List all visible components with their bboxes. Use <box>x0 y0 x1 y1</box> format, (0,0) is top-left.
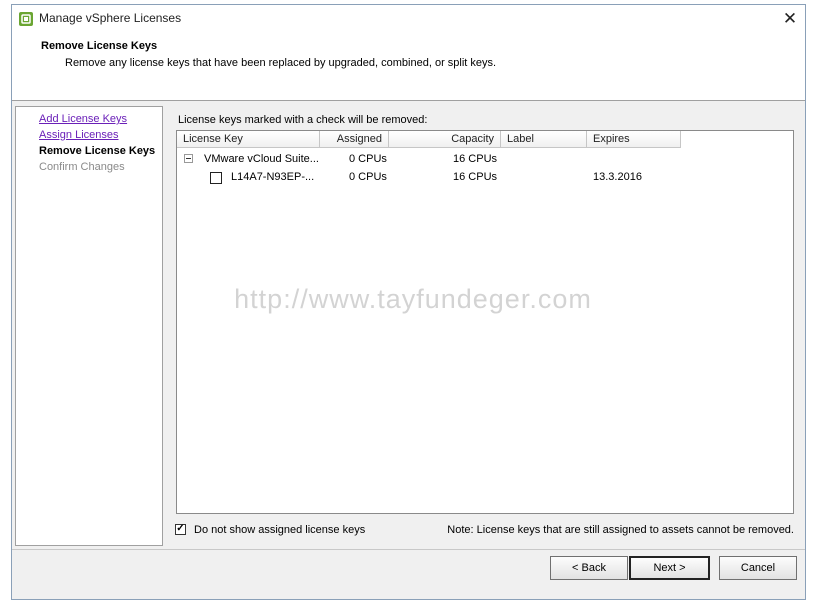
row-capacity: 16 CPUs <box>453 171 498 183</box>
instruction-text: License keys marked with a check will be… <box>178 114 428 126</box>
column-header-capacity[interactable]: Capacity <box>389 131 501 148</box>
step-assign-licenses[interactable]: Assign Licenses <box>39 129 119 141</box>
note-text: Note: License keys that are still assign… <box>447 524 794 536</box>
group-license-key: VMware vCloud Suite... <box>204 153 319 165</box>
title-bar: Manage vSphere Licenses ✕ <box>12 5 805 33</box>
column-header-assigned[interactable]: Assigned <box>320 131 389 148</box>
window-title: Manage vSphere Licenses <box>39 11 182 25</box>
step-confirm-changes: Confirm Changes <box>39 161 125 173</box>
step-add-license-keys[interactable]: Add License Keys <box>39 113 127 125</box>
row-license-key: L14A7-N93EP-... <box>231 171 315 183</box>
license-tree-table: License Key Assigned Capacity Label Expi… <box>176 130 794 514</box>
page-subtitle: Remove any license keys that have been r… <box>65 57 497 69</box>
column-header-label[interactable]: Label <box>501 131 587 148</box>
back-button[interactable]: < Back <box>550 556 628 580</box>
cancel-button[interactable]: Cancel <box>719 556 797 580</box>
vsphere-icon <box>19 12 33 26</box>
page-title: Remove License Keys <box>41 40 158 52</box>
group-capacity: 16 CPUs <box>453 153 498 165</box>
wizard-steps: Add License Keys Assign Licenses Remove … <box>15 106 163 546</box>
collapse-icon[interactable] <box>184 154 193 163</box>
group-assigned: 0 CPUs <box>349 153 387 165</box>
row-expires: 13.3.2016 <box>593 171 642 183</box>
footer-divider <box>12 549 805 550</box>
step-remove-license-keys: Remove License Keys <box>39 145 156 157</box>
watermark-text: http://www.tayfundeger.com <box>234 284 592 314</box>
close-icon[interactable]: ✕ <box>779 8 801 30</box>
hide-assigned-checkbox[interactable]: ✓ <box>175 524 186 535</box>
next-button[interactable]: Next > <box>629 556 710 580</box>
column-header-license-key[interactable]: License Key <box>177 131 320 148</box>
wizard-header: Remove License Keys Remove any license k… <box>12 33 805 101</box>
row-assigned: 0 CPUs <box>349 171 387 183</box>
column-header-expires[interactable]: Expires <box>587 131 681 148</box>
hide-assigned-label[interactable]: Do not show assigned license keys <box>194 524 365 536</box>
remove-key-checkbox[interactable] <box>210 172 222 184</box>
